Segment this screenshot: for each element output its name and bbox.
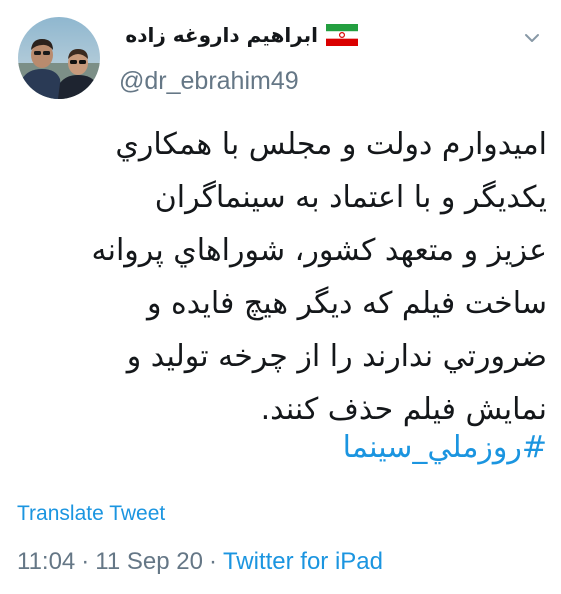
meta-separator: · [208, 548, 217, 575]
tweet-text-line: امیدوارم دولت و مجلس با همکاري [115, 127, 547, 162]
tweet-date: 11 Sep 20 [95, 548, 203, 575]
tweet-time: 11:04 [17, 548, 76, 575]
avatar[interactable] [18, 17, 100, 99]
author-display-name[interactable]: ابراهیم داروغه زاده [125, 23, 318, 47]
tweet-card: ابراهیم داروغه زاده @dr_ebrahim49 امیدوا… [0, 0, 561, 594]
tweet-text-line: ساخت فیلم که دیگر هیچ فایده و [146, 286, 547, 321]
tweet-text-line: ضرورتي ندارند را از چرخه تولید و [126, 339, 547, 374]
tweet-text-line: عزیز و متعهد کشور، شوراهاي پروانه [91, 233, 547, 268]
iran-flag-icon [326, 24, 358, 46]
translate-tweet-link[interactable]: Translate Tweet [17, 502, 165, 526]
tweet-source-link[interactable]: Twitter for iPad [223, 548, 383, 575]
chevron-down-icon[interactable] [524, 30, 540, 46]
tweet-text-line: یکدیگر و با اعتماد به سینماگران [154, 180, 547, 215]
tweet-text: امیدوارم دولت و مجلس با همکاري یکدیگر و … [15, 118, 547, 436]
hashtag-link[interactable]: #روزملي_سینما [343, 421, 547, 474]
author-name-row[interactable]: ابراهیم داروغه زاده [125, 23, 358, 47]
tweet-meta: 11:04 · 11 Sep 20 · Twitter for iPad [17, 548, 383, 576]
meta-separator: · [81, 548, 90, 575]
profile-photo [18, 17, 100, 99]
author-handle[interactable]: @dr_ebrahim49 [119, 67, 299, 96]
